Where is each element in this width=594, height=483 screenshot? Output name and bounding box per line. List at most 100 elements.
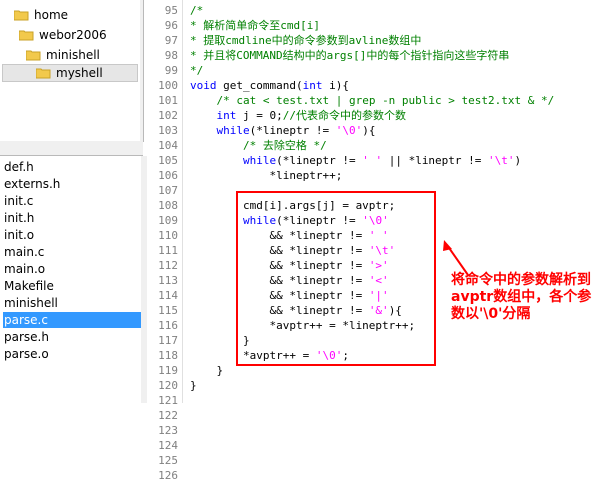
code-token: ) <box>514 154 522 167</box>
code-line: *lineptr++; <box>190 168 342 183</box>
line-number: 106 <box>158 169 178 182</box>
line-number: 103 <box>158 124 178 137</box>
code-line: * 并且将COMMAND结构中的args[]中的每个指针指向这些字符串 <box>190 48 509 63</box>
file-item-selected[interactable]: parse.c <box>3 312 141 328</box>
code-token: } <box>190 379 197 392</box>
tree-item-myshell[interactable]: myshell <box>2 64 138 82</box>
code-token: i){ <box>322 79 349 92</box>
code-token: get_command( <box>216 79 303 92</box>
line-number: 112 <box>158 259 178 272</box>
line-number: 100 <box>158 79 178 92</box>
code-line: /* <box>190 3 203 18</box>
code-token: *lineptr++; <box>190 169 343 182</box>
code-token: '\0' <box>335 124 363 137</box>
code-line: } <box>190 363 223 378</box>
tree-item-minishell[interactable]: minishell <box>25 46 100 64</box>
line-number: 123 <box>158 424 178 437</box>
line-number: 108 <box>158 199 178 212</box>
tree-item-label: minishell <box>46 48 100 62</box>
line-number: 107 <box>158 184 178 197</box>
line-number: 97 <box>164 34 178 47</box>
code-token: /* <box>190 4 204 17</box>
code-token: * 提取cmdline中的命令参数到avline数组中 <box>190 34 422 47</box>
line-number: 126 <box>158 469 178 482</box>
tree-item-home[interactable]: home <box>13 6 69 24</box>
line-number: 122 <box>158 409 178 422</box>
line-number: 125 <box>158 454 178 467</box>
code-token: * 解析简单命令至cmd[i] <box>190 19 320 32</box>
line-number: 117 <box>158 334 178 347</box>
file-item[interactable]: init.h <box>3 210 141 226</box>
file-list-scrollbar[interactable] <box>141 156 147 403</box>
line-number: 109 <box>158 214 178 227</box>
file-item[interactable]: init.o <box>3 227 141 243</box>
code-line: /* cat < test.txt | grep -n public > tes… <box>190 93 555 108</box>
code-token: /* cat < test.txt | grep -n public > tes… <box>216 94 555 107</box>
file-list[interactable]: def.h externs.h init.c init.h init.o mai… <box>0 156 144 403</box>
line-number: 121 <box>158 394 178 407</box>
code-token: ' ' <box>362 154 383 167</box>
code-line: while(*lineptr != '\0'){ <box>190 123 376 138</box>
line-number: 104 <box>158 139 178 152</box>
folder-tree[interactable]: home webor2006 minishell myshell <box>0 0 144 142</box>
tree-item-label: webor2006 <box>39 28 107 42</box>
code-token: } <box>190 364 224 377</box>
line-number: 95 <box>164 4 178 17</box>
code-line: */ <box>190 63 203 78</box>
line-number: 101 <box>158 94 178 107</box>
folder-icon <box>35 67 51 79</box>
file-item[interactable]: minishell <box>3 295 141 311</box>
file-item[interactable]: parse.h <box>3 329 141 345</box>
line-number: 99 <box>164 64 178 77</box>
folder-icon <box>25 49 41 61</box>
line-number: 114 <box>158 289 178 302</box>
line-number: 105 <box>158 154 178 167</box>
file-item[interactable]: def.h <box>3 159 141 175</box>
code-line: while(*lineptr != ' ' || *lineptr != '\t… <box>190 153 521 168</box>
code-token: ){ <box>362 124 376 137</box>
code-token: '\t' <box>488 154 515 167</box>
code-token: while <box>242 154 277 167</box>
file-item[interactable]: parse.o <box>3 346 141 362</box>
code-line: /* 去除空格 */ <box>190 138 327 153</box>
file-item[interactable]: init.c <box>3 193 141 209</box>
code-token: while <box>216 124 250 137</box>
line-number: 119 <box>158 364 178 377</box>
tree-item-label: home <box>34 8 69 22</box>
file-item[interactable]: Makefile <box>3 278 141 294</box>
file-item[interactable]: externs.h <box>3 176 141 192</box>
code-line: int j = 0;//代表命令中的参数个数 <box>190 108 406 123</box>
code-line: * 提取cmdline中的命令参数到avline数组中 <box>190 33 421 48</box>
line-number: 98 <box>164 49 178 62</box>
tree-scrollbar[interactable] <box>140 0 143 141</box>
code-token: /* 去除空格 */ <box>242 139 327 152</box>
tree-item-webor2006[interactable]: webor2006 <box>18 26 107 44</box>
annotation-note: 将命令中的参数解析到avptr数组中，各个参数以'\0'分隔 <box>451 272 592 322</box>
code-token: void <box>190 79 217 92</box>
line-number: 124 <box>158 439 178 452</box>
code-line: } <box>190 378 197 393</box>
code-token: || *lineptr != <box>382 154 489 167</box>
code-token: (*lineptr != <box>249 124 336 137</box>
code-token: int <box>302 79 323 92</box>
file-item[interactable]: main.o <box>3 261 141 277</box>
line-number: 120 <box>158 379 178 392</box>
line-number: 96 <box>164 19 178 32</box>
highlight-box <box>236 191 436 366</box>
file-item[interactable]: main.c <box>3 244 141 260</box>
line-number: 116 <box>158 319 178 332</box>
code-token: int <box>216 109 237 122</box>
folder-icon <box>13 9 29 21</box>
code-line: * 解析简单命令至cmd[i] <box>190 18 320 33</box>
code-token: */ <box>190 64 204 77</box>
panel-splitter[interactable] <box>0 141 143 156</box>
code-token: //代表命令中的参数个数 <box>282 109 406 122</box>
line-number: 113 <box>158 274 178 287</box>
line-number: 102 <box>158 109 178 122</box>
code-token: (*lineptr != <box>276 154 363 167</box>
line-number: 115 <box>158 304 178 317</box>
